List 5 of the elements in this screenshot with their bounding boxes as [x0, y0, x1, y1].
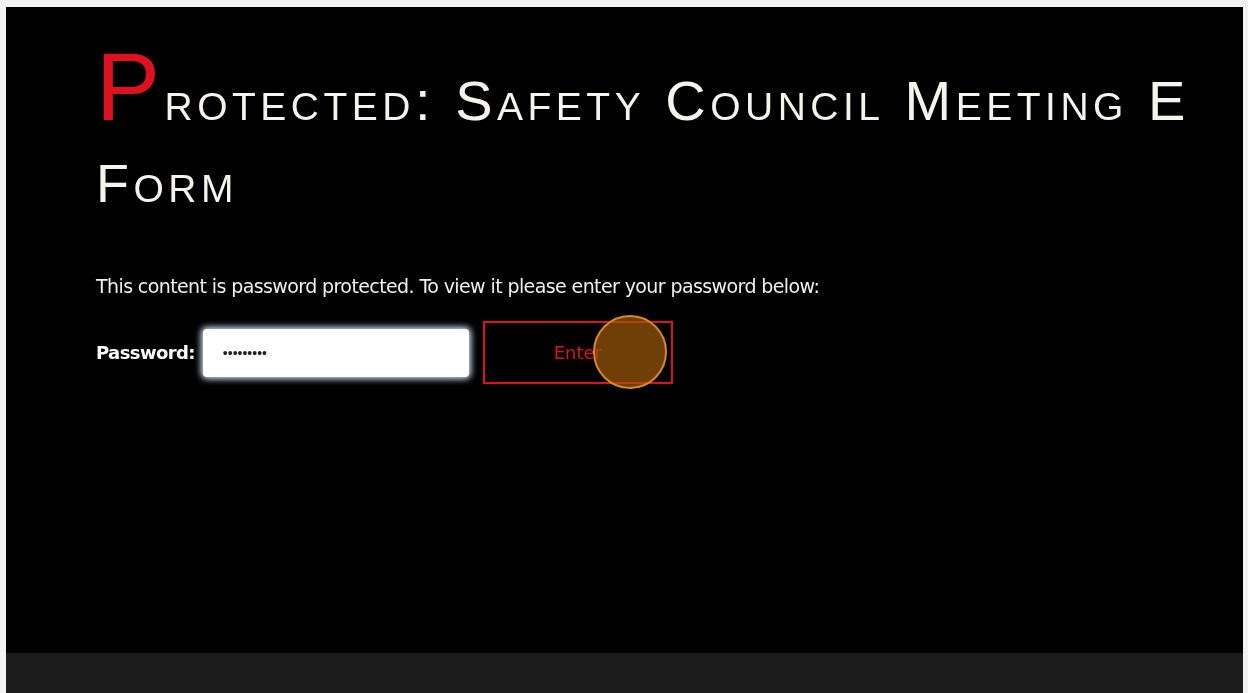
page-title: Form	[96, 151, 238, 215]
password-label: Password:	[96, 342, 195, 363]
password-notice: This content is password protected. To view it please enter your password below:	[96, 275, 820, 297]
password-field[interactable]: •••••••••	[202, 328, 469, 377]
page-title: Protected: Safety Council Meeting E	[96, 37, 1190, 142]
